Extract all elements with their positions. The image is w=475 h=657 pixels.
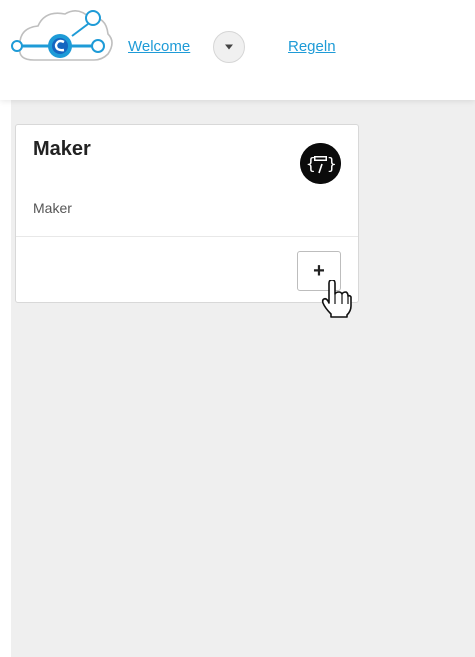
json-badge-icon: { } — [300, 143, 341, 184]
welcome-link[interactable]: Welcome — [128, 38, 190, 55]
card-subtitle: Maker — [33, 200, 72, 216]
welcome-dropdown-button[interactable] — [213, 31, 245, 63]
app-logo[interactable] — [10, 8, 115, 68]
chevron-down-icon — [225, 44, 233, 50]
svg-text:}: } — [327, 154, 337, 173]
card-divider — [16, 236, 358, 237]
hand-pointer-cursor — [321, 280, 352, 318]
card-title: Maker — [33, 138, 91, 160]
regeln-link[interactable]: Regeln — [288, 38, 336, 55]
maker-card: Maker { } Maker + — [15, 124, 359, 303]
top-bar: Welcome Regeln — [0, 0, 475, 100]
